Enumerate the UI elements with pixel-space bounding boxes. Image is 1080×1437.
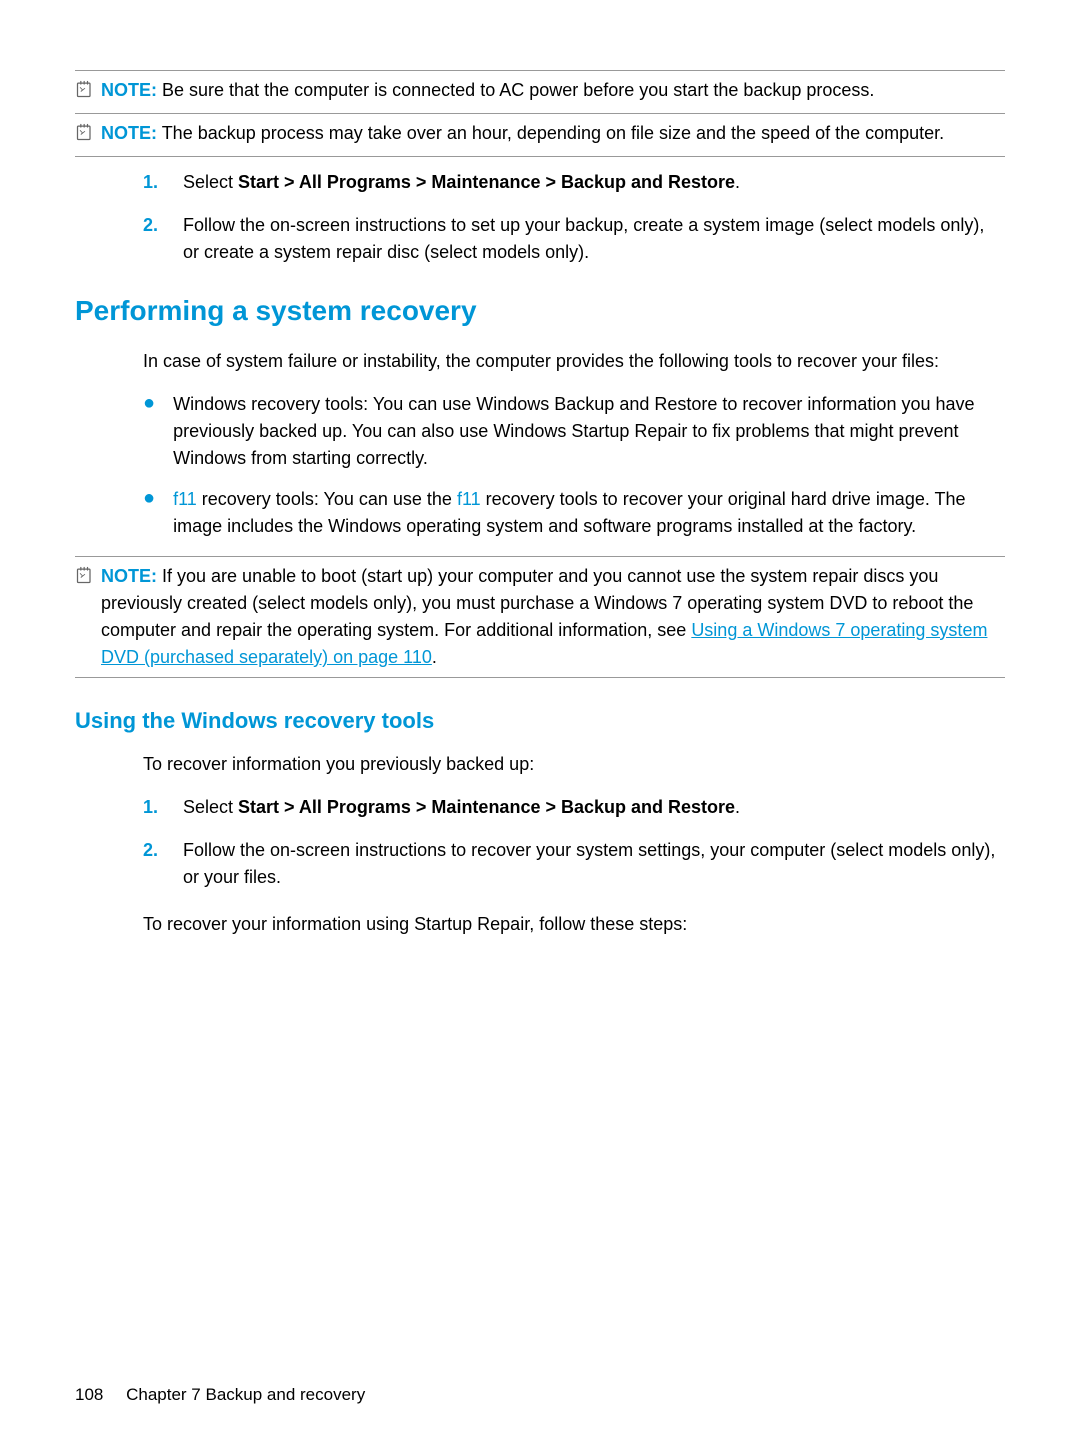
note-label: NOTE: bbox=[101, 566, 157, 586]
note-text: Be sure that the computer is connected t… bbox=[162, 80, 874, 100]
note-label: NOTE: bbox=[101, 123, 157, 143]
para-intro: In case of system failure or instability… bbox=[143, 348, 1005, 375]
note-content: NOTE: Be sure that the computer is conne… bbox=[101, 77, 1005, 104]
note-label: NOTE: bbox=[101, 80, 157, 100]
note-icon bbox=[75, 565, 95, 593]
para-startup-repair: To recover your information using Startu… bbox=[143, 911, 1005, 938]
list-item: ● f11 recovery tools: You can use the f1… bbox=[143, 486, 1005, 540]
step-number: 1. bbox=[143, 169, 165, 196]
note-content: NOTE: If you are unable to boot (start u… bbox=[101, 563, 1005, 671]
step-number: 1. bbox=[143, 794, 165, 821]
key-label: f11 bbox=[457, 489, 481, 509]
note-icon bbox=[75, 79, 95, 107]
step-text: Select Start > All Programs > Maintenanc… bbox=[183, 794, 1005, 821]
list-item: ● Windows recovery tools: You can use Wi… bbox=[143, 391, 1005, 472]
steps-recover: 1. Select Start > All Programs > Mainten… bbox=[75, 794, 1005, 891]
note-boot-failure: NOTE: If you are unable to boot (start u… bbox=[75, 556, 1005, 678]
list-item: 2. Follow the on-screen instructions to … bbox=[75, 212, 1005, 266]
step-number: 2. bbox=[143, 212, 165, 266]
key-label: f11 bbox=[173, 489, 197, 509]
list-item: 1. Select Start > All Programs > Mainten… bbox=[75, 169, 1005, 196]
step-number: 2. bbox=[143, 837, 165, 891]
note-text: The backup process may take over an hour… bbox=[162, 123, 945, 143]
chapter-label: Chapter 7 Backup and recovery bbox=[126, 1385, 365, 1404]
bullet-text: f11 recovery tools: You can use the f11 … bbox=[173, 486, 1005, 540]
recovery-tools-list: ● Windows recovery tools: You can use Wi… bbox=[143, 391, 1005, 540]
heading-performing-recovery: Performing a system recovery bbox=[75, 290, 1005, 332]
page-footer: 108 Chapter 7 Backup and recovery bbox=[75, 1382, 383, 1408]
step-text: Follow the on-screen instructions to rec… bbox=[183, 837, 1005, 891]
note-backup-time: NOTE: The backup process may take over a… bbox=[75, 120, 1005, 150]
heading-windows-recovery-tools: Using the Windows recovery tools bbox=[75, 704, 1005, 737]
note-ac-power: NOTE: Be sure that the computer is conne… bbox=[75, 77, 1005, 114]
note-icon bbox=[75, 122, 95, 150]
bullet-icon: ● bbox=[143, 391, 155, 472]
para-recover-backed-up: To recover information you previously ba… bbox=[143, 751, 1005, 778]
list-item: 2. Follow the on-screen instructions to … bbox=[75, 837, 1005, 891]
step-text: Follow the on-screen instructions to set… bbox=[183, 212, 1005, 266]
bullet-icon: ● bbox=[143, 486, 155, 540]
note-group: NOTE: Be sure that the computer is conne… bbox=[75, 70, 1005, 157]
bullet-text: Windows recovery tools: You can use Wind… bbox=[173, 391, 1005, 472]
step-text: Select Start > All Programs > Maintenanc… bbox=[183, 169, 1005, 196]
note-content: NOTE: The backup process may take over a… bbox=[101, 120, 1005, 147]
page-number: 108 bbox=[75, 1385, 103, 1404]
steps-backup: 1. Select Start > All Programs > Mainten… bbox=[75, 169, 1005, 266]
list-item: 1. Select Start > All Programs > Mainten… bbox=[75, 794, 1005, 821]
